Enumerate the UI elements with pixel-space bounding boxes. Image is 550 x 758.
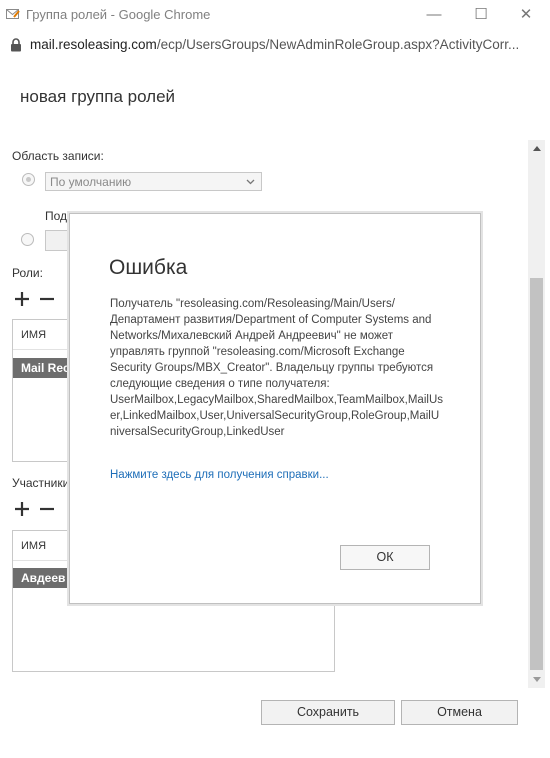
remove-role-icon[interactable] [39,291,55,307]
error-message: Получатель "resoleasing.com/Resoleasing/… [110,298,443,438]
url-host: mail.resoleasing.com [30,37,157,52]
ou-scope-radio[interactable] [21,233,34,246]
lock-icon [11,38,21,52]
help-link[interactable]: Нажмите здесь для получения справки... [110,469,329,481]
write-scope-label: Область записи: [12,149,104,163]
scrollbar-thumb[interactable] [530,278,543,670]
page-scrollbar[interactable] [528,140,545,688]
add-role-icon[interactable] [14,291,30,307]
cancel-button[interactable]: Отмена [401,700,518,725]
scroll-down-arrow-icon[interactable] [533,677,541,682]
write-scope-select[interactable]: По умолчанию [45,172,262,191]
ok-button[interactable]: ОК [340,545,430,570]
window-titlebar: Группа ролей - Google Chrome — ☐ ✕ [0,0,550,30]
remove-member-icon[interactable] [39,501,55,517]
write-scope-select-value: По умолчанию [50,175,132,189]
mail-app-icon [6,9,20,19]
default-scope-radio[interactable] [22,173,35,186]
roles-label: Роли: [12,266,43,280]
address-bar[interactable]: mail.resoleasing.com/ecp/UsersGroups/New… [0,30,550,60]
url-text[interactable]: mail.resoleasing.com/ecp/UsersGroups/New… [30,37,545,52]
scroll-up-arrow-icon[interactable] [533,146,541,151]
page-title: новая группа ролей [20,87,176,106]
maximize-button[interactable]: ☐ [469,4,493,26]
dialog-title: Ошибка [109,256,188,279]
members-label: Участники [12,476,70,490]
save-button[interactable]: Сохранить [261,700,395,725]
chevron-down-icon [246,179,255,185]
url-path: /ecp/UsersGroups/NewAdminRoleGroup.aspx?… [156,37,520,52]
close-window-button[interactable]: ✕ [514,4,538,26]
minimize-button[interactable]: — [422,4,446,26]
add-member-icon[interactable] [14,501,30,517]
error-dialog: Ошибка Получатель "resoleasing.com/Resol… [69,213,481,604]
window-title: Группа ролей - Google Chrome [26,7,211,22]
